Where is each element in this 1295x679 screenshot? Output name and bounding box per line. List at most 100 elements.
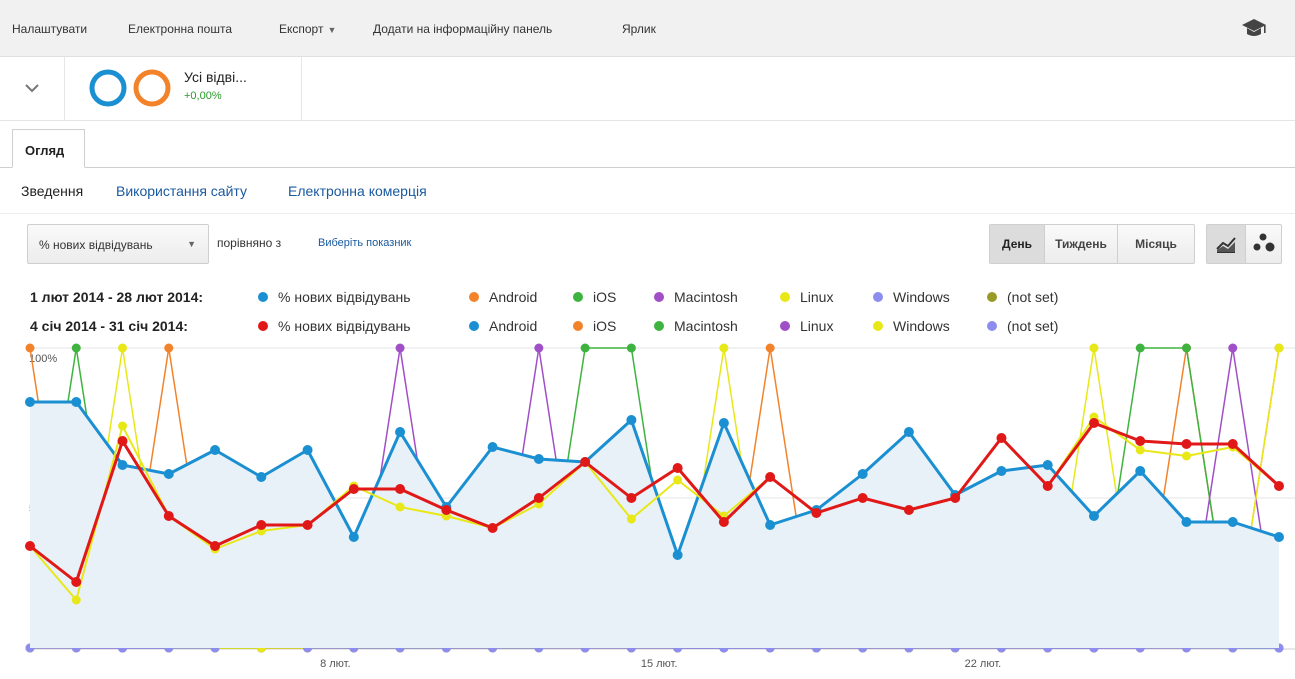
data-point xyxy=(1274,343,1284,353)
legend-label: Android xyxy=(489,318,538,334)
data-point xyxy=(25,343,35,353)
line-chart-icon xyxy=(1216,237,1236,253)
bubble-chart-button[interactable] xyxy=(1246,225,1282,263)
period-day-button[interactable]: День xyxy=(990,225,1044,263)
shortcut-button[interactable]: Ярлик xyxy=(622,22,656,36)
data-point xyxy=(626,343,636,353)
legend-label: (not set) xyxy=(1007,289,1059,305)
data-point xyxy=(1181,439,1192,449)
legend-item[interactable]: Windows xyxy=(873,318,950,334)
legend-item[interactable]: iOS xyxy=(573,289,616,305)
x-tick-label: 15 лют. xyxy=(641,658,678,670)
legend-item[interactable]: % нових відвідувань xyxy=(258,289,411,305)
data-point xyxy=(1227,517,1238,527)
data-point xyxy=(903,427,914,437)
data-point xyxy=(950,493,961,503)
legend-dot xyxy=(780,292,790,302)
data-point xyxy=(164,343,174,353)
legend-item[interactable]: Android xyxy=(469,289,537,305)
data-point xyxy=(348,532,359,542)
legend-dot xyxy=(258,321,268,331)
line-chart-button[interactable] xyxy=(1207,225,1245,263)
data-point xyxy=(1042,481,1053,491)
data-point xyxy=(71,397,82,407)
export-label: Експорт xyxy=(279,22,324,36)
data-point xyxy=(1227,439,1238,449)
data-point xyxy=(1181,451,1191,461)
legend-item[interactable]: Macintosh xyxy=(654,318,738,334)
divider xyxy=(0,213,1295,214)
tab-bar: Огляд xyxy=(0,121,1295,168)
legend-label: iOS xyxy=(593,318,617,334)
data-point xyxy=(118,421,128,431)
data-point xyxy=(1274,481,1284,491)
legend-item[interactable]: Macintosh xyxy=(654,289,738,305)
data-point xyxy=(719,343,729,353)
bubble-chart-icon xyxy=(1253,233,1275,252)
data-point xyxy=(256,520,267,530)
legend-item[interactable]: Linux xyxy=(780,318,833,334)
export-button[interactable]: Експорт ▼ xyxy=(279,22,336,36)
data-point xyxy=(580,457,591,467)
legend-label: Windows xyxy=(893,318,950,334)
data-point xyxy=(256,472,267,482)
legend-dot xyxy=(469,321,479,331)
legend-item[interactable]: Android xyxy=(469,318,537,334)
legend-label: Linux xyxy=(800,289,834,305)
email-button[interactable]: Електронна пошта xyxy=(128,22,232,36)
data-point xyxy=(811,508,822,518)
subnav-ecommerce[interactable]: Електронна комерція xyxy=(288,183,427,199)
legend-item[interactable]: Windows xyxy=(873,289,950,305)
segment-toggle[interactable] xyxy=(0,57,65,120)
data-point xyxy=(210,445,221,455)
data-point xyxy=(533,493,544,503)
data-point xyxy=(1181,343,1191,353)
segment-card[interactable]: Усі відві... +0,00% xyxy=(66,57,302,120)
data-point xyxy=(117,436,128,446)
x-tick-label: 8 лют. xyxy=(320,658,350,670)
data-point xyxy=(302,520,313,530)
data-point xyxy=(210,541,221,551)
data-point xyxy=(302,445,313,455)
data-point xyxy=(996,433,1007,443)
legend-item[interactable]: Linux xyxy=(780,289,833,305)
data-point xyxy=(718,418,729,428)
legend-label: Linux xyxy=(800,318,834,334)
data-point xyxy=(71,577,82,587)
legend-label: (not set) xyxy=(1007,318,1059,334)
add-to-dashboard-button[interactable]: Додати на інформаційну панель xyxy=(373,22,552,36)
graduation-cap-icon[interactable] xyxy=(1240,16,1268,40)
data-point xyxy=(672,550,683,560)
data-point xyxy=(117,460,128,470)
select-metric-link[interactable]: Виберіть показник xyxy=(318,237,411,249)
data-point xyxy=(395,484,406,494)
data-point xyxy=(395,427,406,437)
data-point xyxy=(1181,517,1192,527)
tab-overview[interactable]: Огляд xyxy=(12,129,85,168)
chevron-down-icon: ▼ xyxy=(187,239,196,249)
legend-dot xyxy=(469,292,479,302)
segment-rings-icon xyxy=(89,69,171,107)
data-point xyxy=(533,454,544,464)
legend-dot xyxy=(873,292,883,302)
metric-select[interactable]: % нових відвідувань ▼ xyxy=(27,224,209,264)
legend-item[interactable]: (not set) xyxy=(987,289,1058,305)
legend-item[interactable]: % нових відвідувань xyxy=(258,318,411,334)
legend-date-range: 1 лют 2014 - 28 лют 2014: xyxy=(30,289,204,305)
subnav-site-usage[interactable]: Використання сайту xyxy=(116,183,247,199)
legend-dot xyxy=(873,321,883,331)
data-point xyxy=(487,523,498,533)
legend-item[interactable]: (not set) xyxy=(987,318,1058,334)
data-point xyxy=(765,520,776,530)
data-point xyxy=(1088,511,1099,521)
legend-item[interactable]: iOS xyxy=(573,318,616,334)
period-week-button[interactable]: Тиждень xyxy=(1045,225,1117,263)
subnav-summary[interactable]: Зведення xyxy=(21,183,83,199)
data-point xyxy=(1135,466,1146,476)
series-area xyxy=(30,402,1279,648)
customize-button[interactable]: Налаштувати xyxy=(12,22,87,36)
period-month-button[interactable]: Місяць xyxy=(1118,225,1194,263)
segment-name: Усі відві... xyxy=(184,69,247,85)
legend-label: % нових відвідувань xyxy=(278,318,411,334)
data-point xyxy=(1135,436,1146,446)
